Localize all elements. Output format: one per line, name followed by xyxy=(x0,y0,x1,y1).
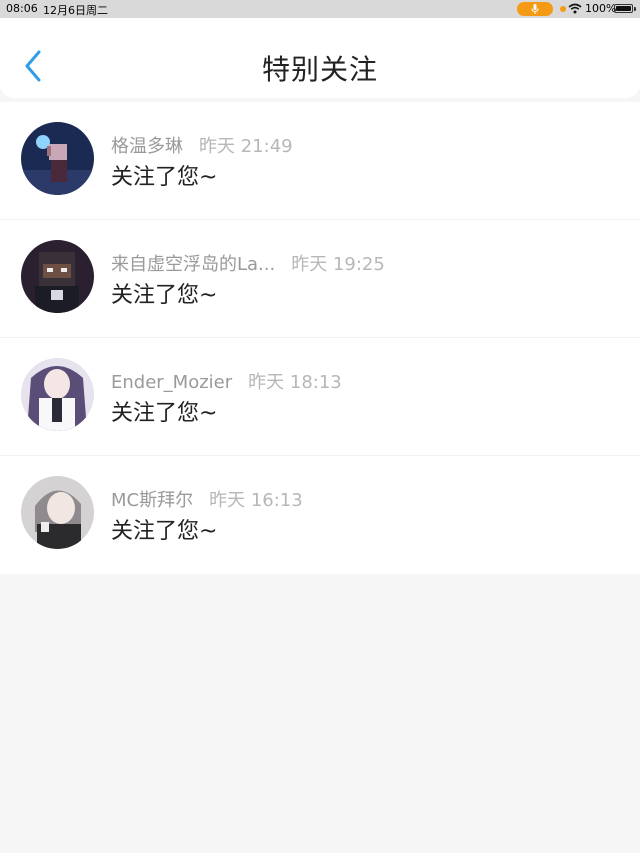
timestamp: 昨天 19:25 xyxy=(291,254,385,275)
message-text: 关注了您~ xyxy=(111,165,218,190)
list-item[interactable]: 来自虚空浮岛的La... 昨天 19:25 关注了您~ xyxy=(0,220,640,338)
status-time: 08:06 xyxy=(6,2,38,15)
status-date: 12月6日周二 xyxy=(43,4,108,17)
battery-tip xyxy=(634,7,636,11)
message-text: 关注了您~ xyxy=(111,283,218,308)
list-item[interactable]: 格温多琳 昨天 21:49 关注了您~ xyxy=(0,102,640,220)
message-text: 关注了您~ xyxy=(111,401,218,426)
avatar[interactable] xyxy=(21,476,94,549)
timestamp: 昨天 18:13 xyxy=(248,372,342,393)
list-item[interactable]: Ender_Mozier 昨天 18:13 关注了您~ xyxy=(0,338,640,456)
user-name[interactable]: MC斯拜尔 昨天 16:13 xyxy=(111,486,303,512)
user-name[interactable]: 来自虚空浮岛的La... 昨天 19:25 xyxy=(111,250,385,276)
microphone-icon xyxy=(531,4,539,14)
avatar[interactable] xyxy=(21,240,94,313)
timestamp: 昨天 21:49 xyxy=(199,136,293,157)
battery-icon xyxy=(614,4,633,13)
user-name[interactable]: Ender_Mozier 昨天 18:13 xyxy=(111,368,342,394)
battery-percentage: 100% xyxy=(585,2,617,15)
timestamp: 昨天 16:13 xyxy=(209,490,303,511)
avatar[interactable] xyxy=(21,122,94,195)
status-bar: 08:06 12月6日周二 100% xyxy=(0,0,640,18)
avatar[interactable] xyxy=(21,358,94,431)
notification-list: 格温多琳 昨天 21:49 关注了您~ 来自虚空浮岛的La... 昨天 19:25 … xyxy=(0,102,640,574)
wifi-icon xyxy=(568,3,582,14)
microphone-indicator xyxy=(517,2,553,16)
nav-bar: 特别关注 xyxy=(0,18,640,98)
privacy-dot xyxy=(560,6,566,12)
message-text: 关注了您~ xyxy=(111,519,218,544)
list-item[interactable]: MC斯拜尔 昨天 16:13 关注了您~ xyxy=(0,456,640,574)
page-title: 特别关注 xyxy=(261,53,378,86)
user-name[interactable]: 格温多琳 昨天 21:49 xyxy=(111,132,293,158)
